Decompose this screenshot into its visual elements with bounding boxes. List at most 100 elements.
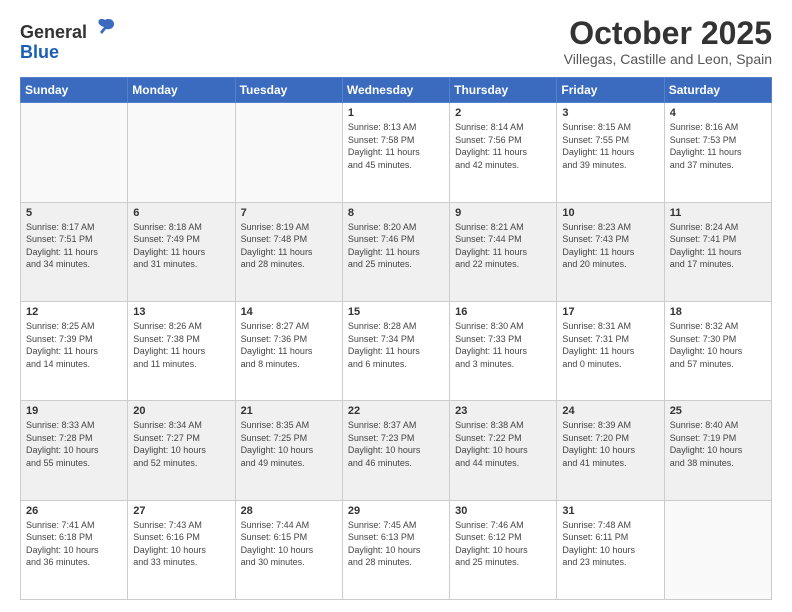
table-row: 19Sunrise: 8:33 AM Sunset: 7:28 PM Dayli… <box>21 401 128 500</box>
day-info: Sunrise: 8:23 AM Sunset: 7:43 PM Dayligh… <box>562 221 658 271</box>
day-info: Sunrise: 8:35 AM Sunset: 7:25 PM Dayligh… <box>241 419 337 469</box>
day-info: Sunrise: 8:13 AM Sunset: 7:58 PM Dayligh… <box>348 121 444 171</box>
day-info: Sunrise: 8:18 AM Sunset: 7:49 PM Dayligh… <box>133 221 229 271</box>
day-info: Sunrise: 8:31 AM Sunset: 7:31 PM Dayligh… <box>562 320 658 370</box>
table-row: 27 Sunrise: 7:43 AM Sunset: 6:16 PM Dayli… <box>128 500 235 599</box>
location-subtitle: Villegas, Castille and Leon, Spain <box>564 51 772 67</box>
table-row: 5Sunrise: 8:17 AM Sunset: 7:51 PM Daylig… <box>21 202 128 301</box>
day-number: 13 <box>133 306 229 318</box>
day-info: Sunrise: 8:24 AM Sunset: 7:41 PM Dayligh… <box>670 221 766 271</box>
day-number: 5 <box>26 207 122 219</box>
table-row: 30 Sunrise: 7:46 AM Sunset: 6:12 PM Dayli… <box>450 500 557 599</box>
table-row: 18 Sunrise: 8:32 AM Sunset: 7:30 PM Dayli… <box>664 301 771 400</box>
col-sunday: Sunday <box>21 78 128 103</box>
table-row: 6Sunrise: 8:18 AM Sunset: 7:49 PM Daylig… <box>128 202 235 301</box>
col-friday: Friday <box>557 78 664 103</box>
table-row: 7 Sunrise: 8:19 AM Sunset: 7:48 PM Daylig… <box>235 202 342 301</box>
table-row: 13 Sunrise: 8:26 AM Sunset: 7:38 PM Dayli… <box>128 301 235 400</box>
day-info: Sunrise: 8:20 AM Sunset: 7:46 PM Dayligh… <box>348 221 444 271</box>
day-number: 25 <box>670 405 766 417</box>
table-row: 20 Sunrise: 8:34 AM Sunset: 7:27 PM Dayli… <box>128 401 235 500</box>
table-row: 11Sunrise: 8:24 AM Sunset: 7:41 PM Dayli… <box>664 202 771 301</box>
day-number: 2 <box>455 107 551 119</box>
logo-bird-icon <box>94 16 116 38</box>
day-info: Sunrise: 8:34 AM Sunset: 7:27 PM Dayligh… <box>133 419 229 469</box>
table-row: 16 Sunrise: 8:30 AM Sunset: 7:33 PM Dayli… <box>450 301 557 400</box>
day-number: 8 <box>348 207 444 219</box>
day-number: 17 <box>562 306 658 318</box>
table-row: 25 Sunrise: 8:40 AM Sunset: 7:19 PM Dayli… <box>664 401 771 500</box>
col-wednesday: Wednesday <box>342 78 449 103</box>
table-row: 9Sunrise: 8:21 AM Sunset: 7:44 PM Daylig… <box>450 202 557 301</box>
table-row: 3Sunrise: 8:15 AM Sunset: 7:55 PM Daylig… <box>557 103 664 202</box>
day-number: 23 <box>455 405 551 417</box>
day-info: Sunrise: 8:38 AM Sunset: 7:22 PM Dayligh… <box>455 419 551 469</box>
calendar-week-row: 19Sunrise: 8:33 AM Sunset: 7:28 PM Dayli… <box>21 401 772 500</box>
table-row: 14Sunrise: 8:27 AM Sunset: 7:36 PM Dayli… <box>235 301 342 400</box>
day-info: Sunrise: 7:46 AM Sunset: 6:12 PM Dayligh… <box>455 519 551 569</box>
logo-blue: Blue <box>20 42 59 62</box>
day-info: Sunrise: 8:37 AM Sunset: 7:23 PM Dayligh… <box>348 419 444 469</box>
month-title: October 2025 <box>564 16 772 51</box>
day-number: 28 <box>241 505 337 517</box>
table-row: 28 Sunrise: 7:44 AM Sunset: 6:15 PM Dayli… <box>235 500 342 599</box>
table-row: 26 Sunrise: 7:41 AM Sunset: 6:18 PM Dayli… <box>21 500 128 599</box>
day-number: 1 <box>348 107 444 119</box>
table-row: 24Sunrise: 8:39 AM Sunset: 7:20 PM Dayli… <box>557 401 664 500</box>
day-info: Sunrise: 8:40 AM Sunset: 7:19 PM Dayligh… <box>670 419 766 469</box>
table-row <box>128 103 235 202</box>
calendar-table: Sunday Monday Tuesday Wednesday Thursday… <box>20 77 772 600</box>
day-number: 16 <box>455 306 551 318</box>
day-info: Sunrise: 7:48 AM Sunset: 6:11 PM Dayligh… <box>562 519 658 569</box>
day-number: 18 <box>670 306 766 318</box>
table-row: 29Sunrise: 7:45 AM Sunset: 6:13 PM Dayli… <box>342 500 449 599</box>
day-number: 22 <box>348 405 444 417</box>
table-row: 15Sunrise: 8:28 AM Sunset: 7:34 PM Dayli… <box>342 301 449 400</box>
calendar-week-row: 1 Sunrise: 8:13 AM Sunset: 7:58 PM Daylig… <box>21 103 772 202</box>
col-tuesday: Tuesday <box>235 78 342 103</box>
day-number: 27 <box>133 505 229 517</box>
table-row: 17 Sunrise: 8:31 AM Sunset: 7:31 PM Dayli… <box>557 301 664 400</box>
day-number: 20 <box>133 405 229 417</box>
table-row: 1 Sunrise: 8:13 AM Sunset: 7:58 PM Daylig… <box>342 103 449 202</box>
day-number: 7 <box>241 207 337 219</box>
table-row: 31 Sunrise: 7:48 AM Sunset: 6:11 PM Dayli… <box>557 500 664 599</box>
day-number: 12 <box>26 306 122 318</box>
calendar-week-row: 5Sunrise: 8:17 AM Sunset: 7:51 PM Daylig… <box>21 202 772 301</box>
day-info: Sunrise: 7:44 AM Sunset: 6:15 PM Dayligh… <box>241 519 337 569</box>
day-info: Sunrise: 8:26 AM Sunset: 7:38 PM Dayligh… <box>133 320 229 370</box>
table-row: 4Sunrise: 8:16 AM Sunset: 7:53 PM Daylig… <box>664 103 771 202</box>
table-row: 10 Sunrise: 8:23 AM Sunset: 7:43 PM Dayli… <box>557 202 664 301</box>
day-info: Sunrise: 8:33 AM Sunset: 7:28 PM Dayligh… <box>26 419 122 469</box>
day-number: 14 <box>241 306 337 318</box>
page-header: General Blue October 2025 Villegas, Cast… <box>20 16 772 67</box>
table-row: 23 Sunrise: 8:38 AM Sunset: 7:22 PM Dayli… <box>450 401 557 500</box>
day-info: Sunrise: 7:41 AM Sunset: 6:18 PM Dayligh… <box>26 519 122 569</box>
logo: General Blue <box>20 16 116 63</box>
day-info: Sunrise: 8:15 AM Sunset: 7:55 PM Dayligh… <box>562 121 658 171</box>
day-info: Sunrise: 8:39 AM Sunset: 7:20 PM Dayligh… <box>562 419 658 469</box>
table-row: 12 Sunrise: 8:25 AM Sunset: 7:39 PM Dayli… <box>21 301 128 400</box>
day-info: Sunrise: 7:43 AM Sunset: 6:16 PM Dayligh… <box>133 519 229 569</box>
day-info: Sunrise: 8:30 AM Sunset: 7:33 PM Dayligh… <box>455 320 551 370</box>
col-saturday: Saturday <box>664 78 771 103</box>
day-number: 29 <box>348 505 444 517</box>
day-info: Sunrise: 8:14 AM Sunset: 7:56 PM Dayligh… <box>455 121 551 171</box>
table-row <box>21 103 128 202</box>
day-info: Sunrise: 8:25 AM Sunset: 7:39 PM Dayligh… <box>26 320 122 370</box>
day-number: 31 <box>562 505 658 517</box>
day-number: 26 <box>26 505 122 517</box>
table-row: 8 Sunrise: 8:20 AM Sunset: 7:46 PM Daylig… <box>342 202 449 301</box>
title-block: October 2025 Villegas, Castille and Leon… <box>564 16 772 67</box>
table-row: 21 Sunrise: 8:35 AM Sunset: 7:25 PM Dayli… <box>235 401 342 500</box>
day-number: 10 <box>562 207 658 219</box>
table-row: 22 Sunrise: 8:37 AM Sunset: 7:23 PM Dayli… <box>342 401 449 500</box>
calendar-header-row: Sunday Monday Tuesday Wednesday Thursday… <box>21 78 772 103</box>
day-info: Sunrise: 8:19 AM Sunset: 7:48 PM Dayligh… <box>241 221 337 271</box>
table-row: 2 Sunrise: 8:14 AM Sunset: 7:56 PM Daylig… <box>450 103 557 202</box>
day-number: 9 <box>455 207 551 219</box>
day-number: 21 <box>241 405 337 417</box>
calendar-week-row: 26 Sunrise: 7:41 AM Sunset: 6:18 PM Dayli… <box>21 500 772 599</box>
day-number: 30 <box>455 505 551 517</box>
day-info: Sunrise: 8:32 AM Sunset: 7:30 PM Dayligh… <box>670 320 766 370</box>
